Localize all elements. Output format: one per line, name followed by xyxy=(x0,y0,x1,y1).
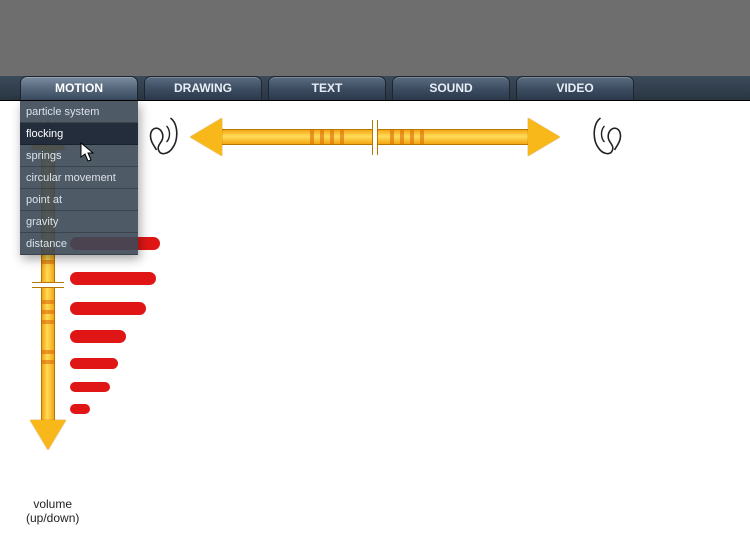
tab-sound[interactable]: SOUND xyxy=(392,76,510,100)
volume-label-line2: (up/down) xyxy=(26,511,79,525)
pan-arrow-horizontal-icon xyxy=(190,120,560,155)
volume-label-line1: volume xyxy=(33,497,72,511)
tab-motion[interactable]: MOTION xyxy=(20,76,138,100)
volume-bar xyxy=(70,302,146,315)
menu-item-springs[interactable]: springs xyxy=(20,145,138,167)
tab-drawing[interactable]: DRAWING xyxy=(144,76,262,100)
volume-axis-label: volume (up/down) xyxy=(26,497,79,525)
menu-item-distance[interactable]: distance xyxy=(20,233,138,255)
volume-bar xyxy=(70,404,90,414)
menu-item-flocking[interactable]: flocking xyxy=(20,123,138,145)
ear-left-icon xyxy=(140,112,185,160)
tab-video[interactable]: VIDEO xyxy=(516,76,634,100)
volume-bar xyxy=(70,382,110,392)
tab-text[interactable]: TEXT xyxy=(268,76,386,100)
main-tab-bar: MOTION DRAWING TEXT SOUND VIDEO xyxy=(0,76,750,101)
volume-bar xyxy=(70,358,118,369)
ear-right-icon xyxy=(586,112,631,160)
motion-dropdown[interactable]: particle system flocking springs circula… xyxy=(20,101,138,255)
menu-item-circular-movement[interactable]: circular movement xyxy=(20,167,138,189)
menu-item-particle-system[interactable]: particle system xyxy=(20,101,138,123)
menu-item-point-at[interactable]: point at xyxy=(20,189,138,211)
app-header-band xyxy=(0,0,750,76)
menu-item-gravity[interactable]: gravity xyxy=(20,211,138,233)
volume-bar xyxy=(70,272,156,285)
volume-bar xyxy=(70,330,126,343)
